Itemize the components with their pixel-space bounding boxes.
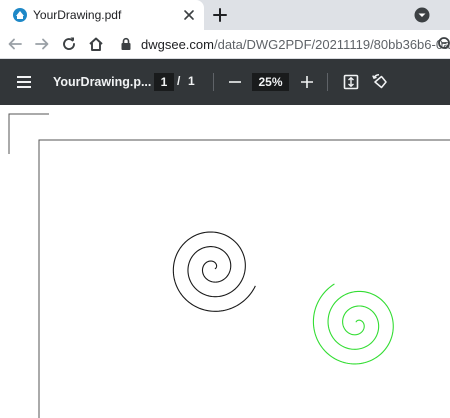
chevron-down-circle-icon[interactable] (413, 6, 431, 24)
black-spiral (172, 231, 256, 312)
forward-arrow-icon[interactable] (33, 35, 51, 53)
lock-icon[interactable] (120, 37, 132, 51)
drawing-canvas (8, 113, 450, 418)
crop-mark (8, 113, 49, 154)
close-icon[interactable] (181, 7, 197, 23)
home-icon[interactable] (87, 35, 105, 53)
zoom-out-icon[interactable] (226, 73, 244, 91)
pdf-toolbar: YourDrawing.p... 1 / 1 25% (0, 59, 450, 105)
zoom-indicator-icon[interactable] (437, 36, 450, 52)
drawing-frame (38, 139, 450, 418)
rotate-icon[interactable] (371, 73, 389, 91)
page-total: 1 (188, 74, 195, 88)
browser-toolbar: dwgsee.com/data/DWG2PDF/20211119/80bb36b… (0, 30, 450, 59)
address-bar[interactable]: dwgsee.com/data/DWG2PDF/20211119/80bb36b… (141, 37, 450, 52)
pdf-viewer[interactable] (0, 105, 450, 418)
url-host: dwgsee.com (141, 37, 214, 52)
toolbar-divider (327, 73, 328, 91)
toolbar-divider (213, 73, 214, 91)
tab-strip: YourDrawing.pdf (0, 0, 450, 30)
document-title: YourDrawing.p... (53, 75, 152, 89)
green-spiral (312, 283, 394, 365)
reload-icon[interactable] (60, 35, 78, 53)
dwgsee-logo-icon (13, 8, 27, 22)
menu-icon[interactable] (15, 73, 33, 91)
url-path: /data/DWG2PDF/20211119/80bb36b6-0a3... (213, 37, 450, 52)
fit-to-page-icon[interactable] (342, 73, 360, 91)
back-arrow-icon[interactable] (6, 35, 24, 53)
zoom-level-input[interactable]: 25% (252, 73, 289, 91)
zoom-in-icon[interactable] (298, 73, 316, 91)
tab-title: YourDrawing.pdf (33, 8, 122, 22)
page-number-input[interactable]: 1 (154, 73, 174, 91)
tab-yourdrawing[interactable]: YourDrawing.pdf (0, 0, 204, 30)
plus-icon[interactable] (211, 6, 229, 24)
page-separator: / (177, 74, 181, 88)
